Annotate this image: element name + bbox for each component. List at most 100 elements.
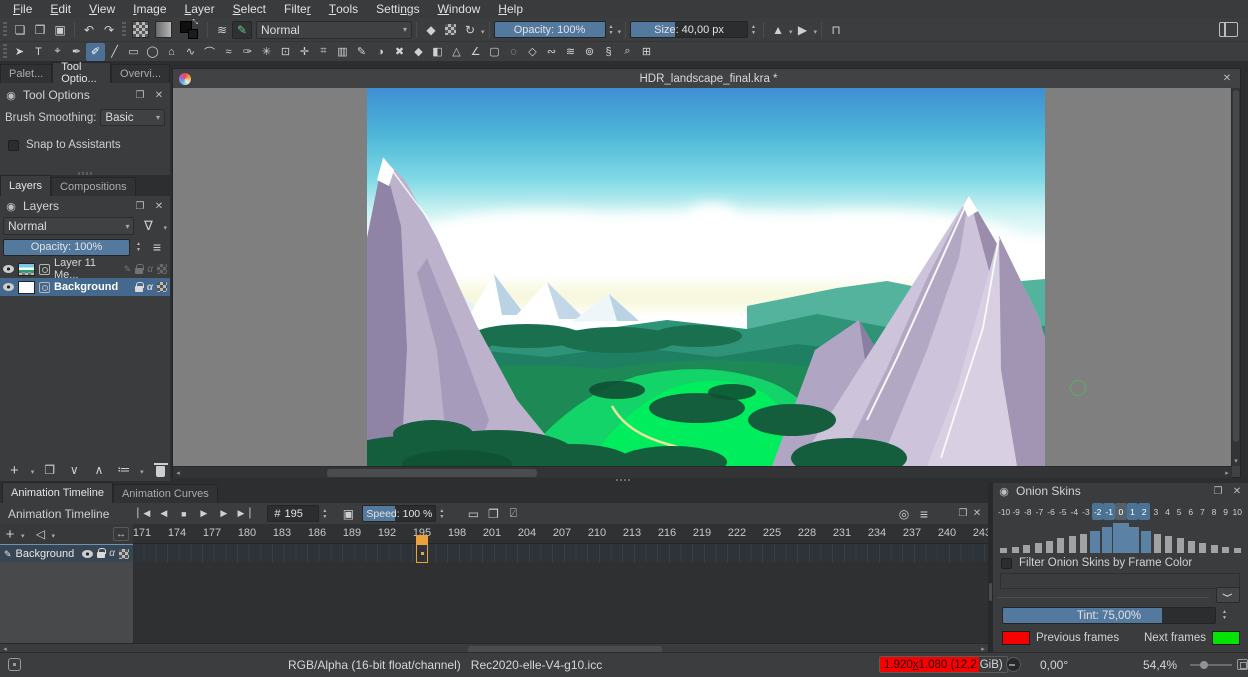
onion-opacity-bar--4[interactable] (1069, 536, 1076, 553)
onion-opacity-bar-2[interactable] (1141, 531, 1151, 553)
docker-tab-overvi[interactable]: Overvi... (111, 64, 170, 83)
layer-visibility-icon[interactable] (3, 265, 14, 273)
canvas-titlebar[interactable]: HDR_landscape_final.kra * (173, 69, 1240, 88)
save-button[interactable] (50, 21, 70, 39)
layer-filter-dropdown[interactable] (162, 219, 167, 233)
timeline-frame-ruler[interactable]: 1711741771801831861891921951982012042072… (133, 524, 988, 544)
timeline-tab-animation-curves[interactable]: Animation Curves (113, 484, 218, 503)
tool-select-shapes[interactable]: ➤ (10, 43, 29, 61)
tool-similar-color-select[interactable]: ≋ (561, 43, 580, 61)
menu-item-file[interactable]: File (4, 0, 41, 18)
toolbar-grip[interactable] (3, 22, 7, 38)
layer-row-background[interactable]: Background α (0, 278, 170, 296)
tool-zoom[interactable]: ⌕ (618, 43, 637, 61)
tool-transform[interactable]: ⊡ (276, 43, 295, 61)
layer-lock-icon[interactable] (135, 268, 143, 274)
tool-multibrush[interactable]: ✳ (257, 43, 276, 61)
audio-icon[interactable] (31, 525, 51, 543)
play-button[interactable]: ▶ (193, 507, 213, 521)
new-document-button[interactable] (10, 21, 30, 39)
docker-lock-icon[interactable] (4, 200, 18, 213)
float-icon[interactable] (1211, 486, 1225, 497)
skip-to-start-button[interactable]: ▏◀ (133, 507, 153, 521)
zoom-level-value[interactable]: 54,4% (1143, 658, 1177, 672)
down-arrow-icon[interactable] (1232, 457, 1240, 465)
onion-opacity-bar--10[interactable] (1000, 548, 1007, 553)
tint-slider[interactable]: Tint: 75,00% (1002, 607, 1216, 624)
onion-number-7[interactable]: 7 (1197, 503, 1209, 520)
menu-hamburger-icon[interactable] (914, 505, 934, 523)
audio-dropdown[interactable] (51, 527, 56, 541)
tool-assistants[interactable]: △ (447, 43, 466, 61)
opacity-spinner[interactable] (606, 22, 617, 38)
tool-move[interactable]: ✛ (295, 43, 314, 61)
onion-number-3[interactable]: 3 (1150, 503, 1162, 520)
layer-thumbnail[interactable] (18, 263, 35, 276)
menu-item-help[interactable]: Help (489, 0, 532, 18)
alpha-lock-icon[interactable]: α (147, 264, 153, 275)
frame-mode-icon[interactable] (338, 505, 358, 523)
onion-opacity-bar-0[interactable] (1113, 523, 1129, 553)
float-icon[interactable] (133, 90, 147, 101)
show-none-icon[interactable] (503, 505, 523, 523)
reload-preset-button[interactable] (460, 21, 480, 39)
menu-item-tools[interactable]: Tools (320, 0, 367, 18)
menu-item-select[interactable]: Select (224, 0, 275, 18)
frame-spinner[interactable] (319, 506, 330, 522)
tool-freehand-brush[interactable]: ✐ (86, 43, 105, 61)
tool-polygonal-select[interactable]: ◇ (523, 43, 542, 61)
properties-dropdown[interactable] (139, 463, 144, 477)
tool-dynamic-brush[interactable]: ✑ (238, 43, 257, 61)
brush-size-spinner[interactable] (748, 22, 759, 38)
onion-opacity-bar-4[interactable] (1165, 536, 1172, 553)
onion-opacity-bar-8[interactable] (1211, 545, 1218, 553)
onion-opacity-bar--5[interactable] (1057, 538, 1064, 553)
onion-opacity-bar--1[interactable] (1102, 527, 1112, 553)
canvas-painting[interactable] (367, 88, 1045, 466)
tool-colorize-mask[interactable]: ◑ (371, 43, 390, 61)
next-frame-button[interactable]: ▶ (213, 507, 233, 521)
add-keyframe-dropdown[interactable] (20, 527, 25, 541)
panel-tab-compositions[interactable]: Compositions (51, 177, 136, 196)
menu-hamburger-icon[interactable] (147, 238, 167, 256)
open-document-button[interactable] (30, 21, 50, 39)
foreground-background-color-selector[interactable]: ⤡ (180, 21, 198, 39)
inherit-alpha-icon[interactable] (157, 282, 167, 292)
onion-number--8[interactable]: -8 (1022, 503, 1034, 520)
close-icon[interactable] (152, 201, 166, 212)
swap-colors-icon[interactable]: ⤡ (192, 19, 198, 27)
background-color-swatch[interactable] (188, 29, 198, 39)
right-arrow-icon[interactable] (1222, 469, 1232, 477)
tool-rect-select[interactable]: ▢ (485, 43, 504, 61)
mirror-horizontal-button[interactable] (768, 21, 788, 39)
left-arrow-icon[interactable] (173, 469, 183, 477)
docker-tab-tool-optio[interactable]: Tool Optio... (52, 62, 111, 83)
docker-lock-icon[interactable] (997, 485, 1011, 498)
add-icon[interactable] (5, 461, 24, 479)
onion-opacity-bar--6[interactable] (1046, 541, 1053, 553)
tool-smart-patch[interactable]: ✖ (390, 43, 409, 61)
selection-status-icon[interactable] (8, 658, 21, 671)
tool-pan[interactable]: ⊞ (637, 43, 656, 61)
float-icon[interactable] (133, 201, 147, 212)
gradient-chooser-button[interactable] (155, 21, 172, 38)
zoom-slider-handle[interactable] (1200, 661, 1208, 669)
move-up-icon[interactable] (90, 461, 109, 479)
brush-settings-button[interactable] (212, 21, 232, 39)
menu-item-window[interactable]: Window (429, 0, 490, 18)
close-icon[interactable] (152, 90, 166, 101)
canvas-horizontal-scrollbar[interactable] (173, 466, 1232, 478)
inherit-alpha-icon[interactable] (157, 264, 167, 274)
onion-number--9[interactable]: -9 (1010, 503, 1022, 520)
onion-opacity-bar-3[interactable] (1154, 534, 1161, 553)
tool-bezier-select[interactable]: ⊚ (580, 43, 599, 61)
onion-skin-icon[interactable] (894, 505, 914, 523)
onion-opacity-bar--9[interactable] (1012, 547, 1019, 553)
add-layer-dropdown[interactable] (30, 463, 35, 477)
brush-size-slider[interactable]: Size: 40,00 px (630, 21, 748, 38)
properties-icon[interactable] (114, 461, 133, 479)
onion-number-10[interactable]: 10 (1231, 503, 1243, 520)
canvas-vertical-scrollbar[interactable] (1231, 88, 1240, 466)
tool-freehand-select[interactable]: ∾ (542, 43, 561, 61)
stop-button[interactable]: ■ (173, 507, 193, 521)
